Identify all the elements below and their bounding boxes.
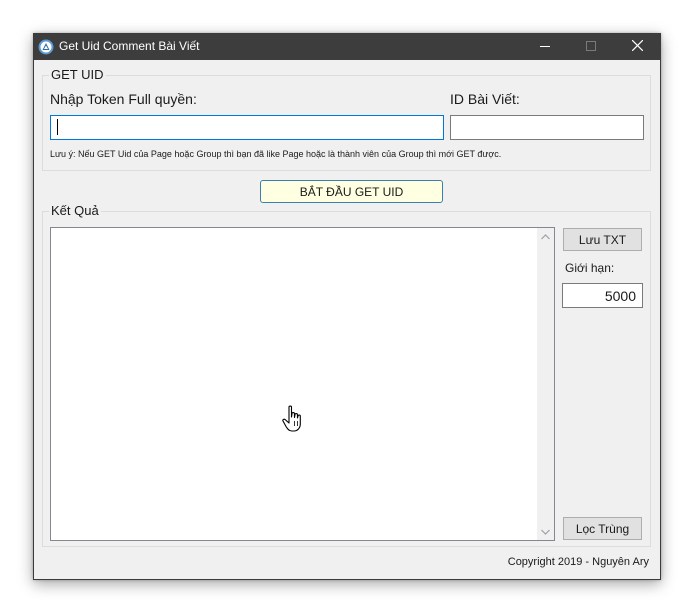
title-bar[interactable]: Get Uid Comment Bài Viết xyxy=(34,34,660,60)
dedupe-button[interactable]: Lọc Trùng xyxy=(563,517,642,540)
close-icon xyxy=(631,38,643,56)
token-input[interactable] xyxy=(50,115,444,140)
limit-label: Giới hạn: xyxy=(565,261,615,275)
result-legend: Kết Quả xyxy=(49,203,101,218)
token-label: Nhập Token Full quyền: xyxy=(50,91,197,107)
post-id-input[interactable] xyxy=(450,115,644,140)
scroll-down-icon[interactable] xyxy=(537,523,554,540)
maximize-button[interactable] xyxy=(568,34,614,60)
close-button[interactable] xyxy=(614,34,660,60)
post-id-label: ID Bài Viết: xyxy=(450,91,520,107)
save-txt-button[interactable]: Lưu TXT xyxy=(563,228,642,251)
triangle-logo-icon xyxy=(38,39,54,55)
window-title: Get Uid Comment Bài Viết xyxy=(59,39,200,53)
hand-cursor-icon xyxy=(282,405,304,433)
result-scrollbar[interactable] xyxy=(537,228,554,540)
minimize-icon xyxy=(540,38,550,56)
result-textarea[interactable] xyxy=(50,227,555,541)
usage-note: Lưu ý: Nếu GET Uid của Page hoặc Group t… xyxy=(50,149,502,159)
start-get-uid-button[interactable]: BẮT ĐẦU GET UID xyxy=(260,180,443,203)
minimize-button[interactable] xyxy=(522,34,568,60)
scroll-up-icon[interactable] xyxy=(537,228,554,245)
get-uid-legend: GET UID xyxy=(49,67,106,82)
app-window: Get Uid Comment Bài Viết GET UID Nhập To… xyxy=(33,33,661,580)
copyright-text: Copyright 2019 - Nguyên Ary xyxy=(507,556,649,568)
text-caret xyxy=(57,119,58,135)
limit-input[interactable]: 5000 xyxy=(562,283,643,308)
maximize-icon xyxy=(586,38,596,56)
